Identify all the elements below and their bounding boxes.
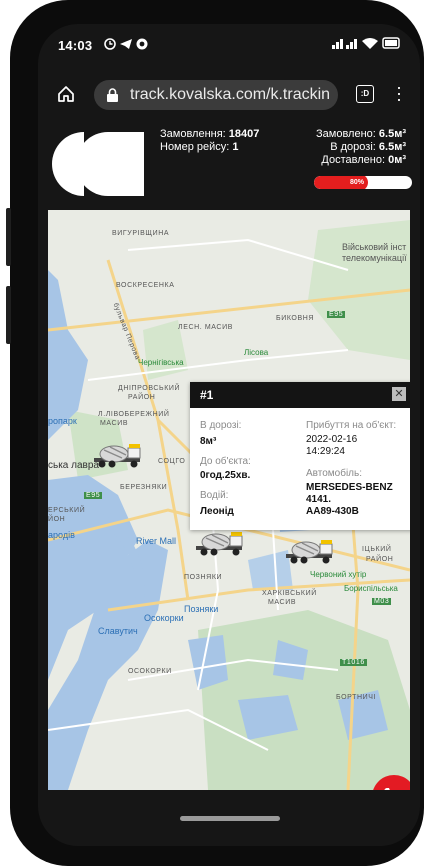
home-indicator: [180, 816, 280, 821]
delivered-label: Доставлено:: [321, 154, 386, 166]
call-button[interactable]: [372, 775, 410, 790]
volume-down-button: [6, 286, 11, 344]
arrival-time: 14:29:24: [306, 446, 345, 457]
map-label: ОСОКОРКИ: [128, 668, 172, 675]
map-label: ІЦЬКИЙ: [362, 546, 392, 553]
map-label: ВОСКРЕСЕНКА: [116, 282, 175, 289]
en-route-label: В дорозі:: [330, 141, 376, 153]
map-label: ЛЕСН. МАСИВ: [178, 324, 233, 331]
volume-summary: Замовлено: 6.5м³ В дорозі: 6.5м³ Доставл…: [316, 128, 406, 167]
url-text: track.kovalska.com/k.trackin: [130, 86, 331, 103]
map-label: БИКОВНЯ: [276, 315, 315, 322]
phone-icon: [384, 788, 390, 790]
delivery-progress-bar: 80%: [314, 176, 412, 189]
lock-icon: [107, 88, 118, 102]
map-label: M03: [372, 598, 392, 605]
eta-label: До об'єкта:: [200, 456, 251, 467]
company-logo: [52, 132, 144, 196]
close-icon[interactable]: ✕: [392, 387, 406, 401]
status-time: 14:03: [58, 38, 93, 53]
trip-label: Номер рейсу:: [160, 141, 230, 153]
home-icon[interactable]: [56, 84, 76, 104]
map-label: ПОЗНЯКИ: [184, 574, 223, 581]
truck-icon[interactable]: [194, 532, 248, 558]
tab-switcher-icon[interactable]: :D: [356, 85, 374, 103]
eta-value: 0год.25хв.: [200, 470, 251, 481]
status-notification-icons: [104, 37, 154, 54]
arrival-date: 2022-02-16: [306, 434, 358, 445]
map[interactable]: ВИГУРІВЩИНА Військовий інст телекомуніка…: [48, 210, 410, 790]
map-label: ДНІПРОВСЬКИЙ: [118, 385, 181, 392]
map-label: телекомунікації: [342, 253, 407, 263]
status-bar: 14:03: [38, 24, 420, 66]
map-label: БЕРЕЗНЯКИ: [120, 484, 168, 491]
signal-wifi-battery-icon: [332, 37, 400, 49]
status-label: В дорозі:: [200, 420, 242, 431]
order-info-panel: Замовлення: 18407 Номер рейсу: 1 Замовле…: [38, 124, 420, 204]
map-label: Військовий інст: [342, 242, 407, 252]
truck-icon[interactable]: [92, 444, 146, 470]
map-label: E95: [327, 311, 346, 318]
status-value: 8м³: [200, 436, 217, 447]
truck-icon[interactable]: [284, 540, 338, 566]
map-label: БОРТНИЧІ: [336, 694, 377, 701]
ordered-value: 6.5м³: [378, 128, 406, 140]
delivered-value: 0м³: [388, 154, 406, 166]
map-label: ЕРСЬКИЙ: [48, 507, 86, 514]
ordered-label: Замовлено:: [316, 128, 376, 140]
vehicle-label: Автомобіль:: [306, 468, 363, 479]
map-label: Чернігівська: [138, 358, 184, 367]
map-label: Осокорки: [144, 613, 184, 623]
popup-header: #1 ✕: [190, 382, 410, 408]
order-label: Замовлення:: [160, 128, 226, 140]
map-label: ародів: [48, 530, 75, 540]
address-bar[interactable]: track.kovalska.com/k.trackin: [94, 80, 338, 110]
map-label: Червоний хутір: [310, 570, 367, 579]
driver-value: Леонід: [200, 506, 234, 517]
status-system-icons: [332, 36, 402, 53]
phone-frame: 14:03 track.kovalska.com/k.trackin:D · …: [6, 0, 424, 866]
map-label: Позняки: [184, 604, 219, 614]
map-label: River Mall: [136, 536, 177, 546]
map-label: МАСИВ: [100, 420, 129, 427]
map-label: РАЙОН: [366, 556, 394, 563]
en-route-value: 6.5м³: [378, 141, 406, 153]
vehicle-model: MERSEDES-BENZ: [306, 482, 393, 493]
menu-icon[interactable]: · · ·: [396, 78, 402, 108]
progress-label: 80%: [346, 176, 368, 189]
vehicle-plate: AA89-430B: [306, 506, 359, 517]
order-summary: Замовлення: 18407 Номер рейсу: 1: [160, 128, 259, 154]
popup-title: #1: [200, 388, 214, 402]
alarm-telegram-viber-icon: [104, 38, 148, 50]
map-label: ХАРКІВСЬКИЙ: [262, 590, 317, 597]
browser-toolbar: track.kovalska.com/k.trackin :D · · ·: [38, 76, 420, 116]
map-label: Славутич: [98, 626, 138, 636]
trip-number: 1: [232, 141, 239, 153]
arrival-label: Прибуття на об'єкт:: [306, 420, 397, 431]
driver-label: Водій:: [200, 490, 229, 501]
map-label: МАСИВ: [268, 599, 297, 606]
map-label: СОЦГО: [158, 458, 186, 465]
screen: 14:03 track.kovalska.com/k.trackin:D · …: [38, 24, 420, 846]
volume-up-button: [6, 208, 11, 266]
map-label: РАЙОН: [128, 394, 156, 401]
map-label: ЙОН: [48, 516, 66, 523]
map-label: Л.ЛІВОБЕРЕЖНИЙ: [98, 411, 170, 418]
map-label: ВИГУРІВЩИНА: [112, 230, 170, 237]
vehicle-model-number: 4141.: [306, 494, 332, 505]
map-label: Т1016: [340, 659, 367, 666]
map-label: E95: [84, 492, 103, 499]
order-number: 18407: [228, 128, 260, 140]
map-label: ропарк: [48, 416, 77, 426]
truck-info-popup: #1 ✕ В дорозі: 8м³ До об'єкта: 0год.25хв…: [190, 382, 410, 530]
map-label: Бориспільська: [344, 584, 398, 593]
map-label: Лісова: [244, 348, 269, 357]
